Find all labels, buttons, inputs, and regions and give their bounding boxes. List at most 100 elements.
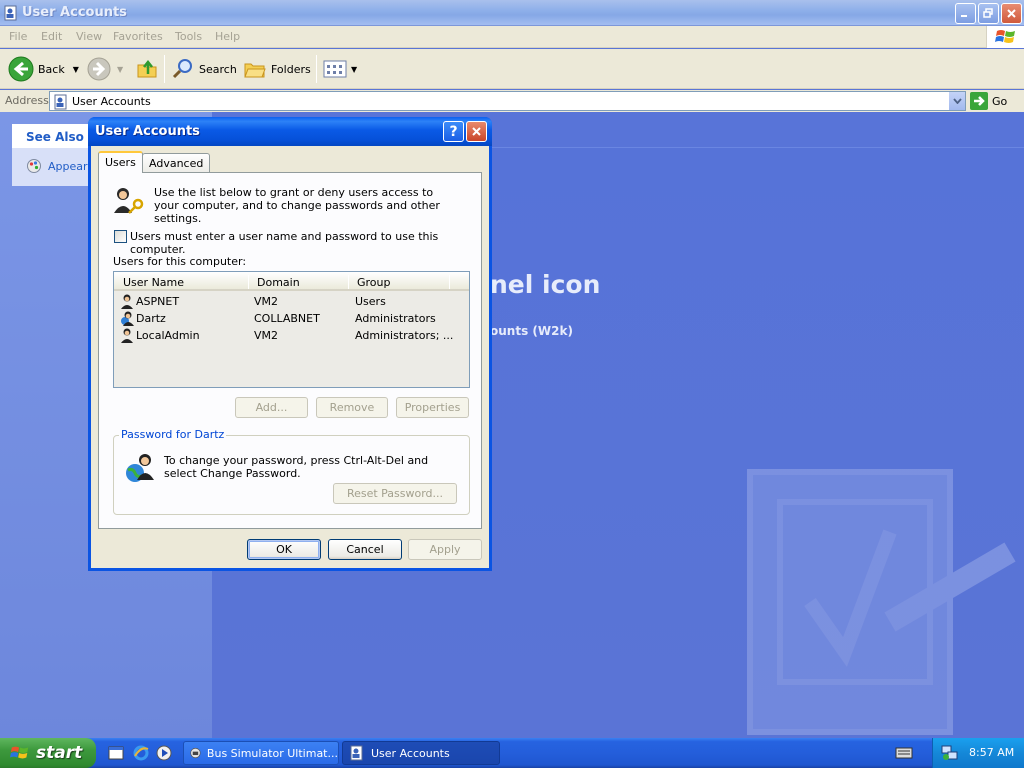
appearance-icon bbox=[27, 159, 41, 173]
control-panel-subheading: ounts (W2k) bbox=[490, 324, 573, 338]
minimize-button[interactable] bbox=[955, 3, 976, 24]
windows-flag-icon bbox=[10, 746, 29, 759]
address-label: Address bbox=[5, 94, 49, 107]
back-arrow-icon bbox=[8, 56, 34, 82]
menu-bar: File Edit View Favorites Tools Help bbox=[0, 26, 1024, 48]
see-also-title: See Also bbox=[26, 130, 84, 144]
menu-favorites[interactable]: Favorites bbox=[113, 30, 163, 43]
menu-tools[interactable]: Tools bbox=[175, 30, 202, 43]
address-bar: Address User Accounts Go bbox=[0, 90, 1024, 112]
remove-user-button[interactable]: Remove bbox=[316, 397, 388, 418]
close-icon bbox=[1007, 9, 1016, 18]
views-button[interactable]: ▼ bbox=[323, 51, 357, 87]
table-row[interactable]: ASPNET VM2 Users bbox=[114, 293, 469, 310]
network-icon[interactable] bbox=[941, 744, 959, 762]
require-login-label[interactable]: Users must enter a user name and passwor… bbox=[130, 230, 481, 256]
require-login-checkbox[interactable] bbox=[114, 230, 127, 243]
back-button[interactable]: Back ▼ bbox=[8, 51, 79, 87]
dialog-close-button[interactable] bbox=[466, 121, 487, 142]
tab-advanced[interactable]: Advanced bbox=[142, 153, 211, 173]
keyboard-icon[interactable] bbox=[895, 746, 913, 760]
column-divider[interactable] bbox=[449, 275, 450, 289]
menu-edit[interactable]: Edit bbox=[41, 30, 62, 43]
reset-password-button[interactable]: Reset Password... bbox=[333, 483, 457, 504]
folders-label: Folders bbox=[271, 62, 311, 76]
cancel-button[interactable]: Cancel bbox=[328, 539, 402, 560]
explorer-quicklaunch-icon[interactable] bbox=[107, 744, 125, 762]
user-accounts-icon bbox=[54, 94, 67, 110]
see-also-appearance-link[interactable]: Appeara bbox=[26, 158, 94, 174]
add-user-button[interactable]: Add... bbox=[235, 397, 308, 418]
table-row[interactable]: LocalAdmin VM2 Administrators; ... bbox=[114, 327, 469, 344]
media-player-icon[interactable] bbox=[155, 744, 173, 762]
taskbar: start Bus Simulator Ultimat... User Acco… bbox=[0, 738, 1024, 768]
address-input[interactable]: User Accounts bbox=[49, 91, 966, 111]
users-list[interactable]: User Name Domain Group ASPNET VM2 Users … bbox=[113, 271, 470, 388]
user-name-cell: Dartz bbox=[136, 312, 166, 325]
start-button[interactable]: start bbox=[0, 738, 96, 768]
windows-flag-icon bbox=[995, 30, 1015, 43]
forward-arrow-icon bbox=[87, 57, 111, 81]
folders-button[interactable]: Folders bbox=[243, 51, 311, 87]
go-button[interactable]: Go bbox=[970, 91, 1007, 111]
restore-button[interactable] bbox=[978, 3, 999, 24]
column-user-name[interactable]: User Name bbox=[123, 276, 184, 289]
column-domain[interactable]: Domain bbox=[257, 276, 300, 289]
task-label: User Accounts bbox=[371, 746, 450, 760]
user-domain-cell: COLLABNET bbox=[254, 312, 320, 325]
dialog-body: Users Advanced Use the list below to gra… bbox=[91, 146, 489, 568]
system-tray: 8:57 AM bbox=[932, 738, 1024, 768]
search-icon bbox=[172, 59, 192, 79]
user-globe-icon bbox=[126, 454, 154, 482]
back-dropdown-icon[interactable]: ▼ bbox=[73, 65, 79, 74]
up-folder-icon bbox=[137, 59, 157, 78]
dialog-title: User Accounts bbox=[95, 124, 200, 139]
toolbar-separator bbox=[164, 55, 165, 83]
intro-text: Use the list below to grant or deny user… bbox=[154, 186, 440, 225]
apply-button[interactable]: Apply bbox=[408, 539, 482, 560]
taskbar-item-bus-simulator[interactable]: Bus Simulator Ultimat... bbox=[183, 741, 339, 765]
forward-button[interactable]: ▼ bbox=[87, 51, 123, 87]
views-grid-icon bbox=[323, 60, 347, 78]
forward-dropdown-icon[interactable]: ▼ bbox=[117, 65, 123, 74]
views-dropdown-icon[interactable]: ▼ bbox=[351, 65, 357, 74]
properties-button[interactable]: Properties bbox=[396, 397, 469, 418]
search-label: Search bbox=[199, 62, 237, 76]
column-divider[interactable] bbox=[348, 275, 349, 289]
password-instructions: To change your password, press Ctrl-Alt-… bbox=[164, 454, 429, 480]
user-name-cell: ASPNET bbox=[136, 295, 180, 308]
user-group-cell: Administrators bbox=[355, 312, 436, 325]
users-tab-panel: Use the list below to grant or deny user… bbox=[98, 172, 482, 529]
column-divider[interactable] bbox=[248, 275, 249, 289]
minimize-icon bbox=[961, 15, 967, 17]
back-label: Back bbox=[38, 62, 65, 76]
address-value: User Accounts bbox=[72, 95, 151, 108]
up-folder-button[interactable] bbox=[135, 51, 159, 87]
go-label: Go bbox=[992, 94, 1008, 108]
taskbar-item-user-accounts[interactable]: User Accounts bbox=[342, 741, 500, 765]
toolbar-separator bbox=[316, 55, 317, 83]
help-icon: ? bbox=[449, 123, 458, 140]
user-domain-cell: VM2 bbox=[254, 329, 279, 342]
tab-users[interactable]: Users bbox=[98, 151, 143, 173]
menu-file[interactable]: File bbox=[9, 30, 27, 43]
user-name-cell: LocalAdmin bbox=[136, 329, 200, 342]
user-accounts-watermark-icon bbox=[747, 469, 1016, 735]
ok-button[interactable]: OK bbox=[247, 539, 321, 560]
menu-view[interactable]: View bbox=[76, 30, 102, 43]
column-group[interactable]: Group bbox=[357, 276, 391, 289]
dialog-title-bar[interactable]: User Accounts ? bbox=[88, 117, 492, 146]
table-row[interactable]: Dartz COLLABNET Administrators bbox=[114, 310, 469, 327]
clock[interactable]: 8:57 AM bbox=[969, 746, 1014, 759]
window-title-bar[interactable]: User Accounts bbox=[0, 0, 1024, 26]
dialog-help-button[interactable]: ? bbox=[443, 121, 464, 142]
search-button[interactable]: Search bbox=[171, 51, 237, 87]
user-icon bbox=[121, 294, 133, 309]
menu-help[interactable]: Help bbox=[215, 30, 240, 43]
close-icon bbox=[472, 127, 481, 136]
internet-explorer-icon[interactable] bbox=[132, 744, 150, 762]
close-button[interactable] bbox=[1001, 3, 1022, 24]
address-dropdown-button[interactable] bbox=[948, 92, 965, 110]
users-keys-icon bbox=[114, 188, 144, 214]
user-accounts-dialog: User Accounts ? Users Advanced Use the l… bbox=[88, 117, 492, 571]
